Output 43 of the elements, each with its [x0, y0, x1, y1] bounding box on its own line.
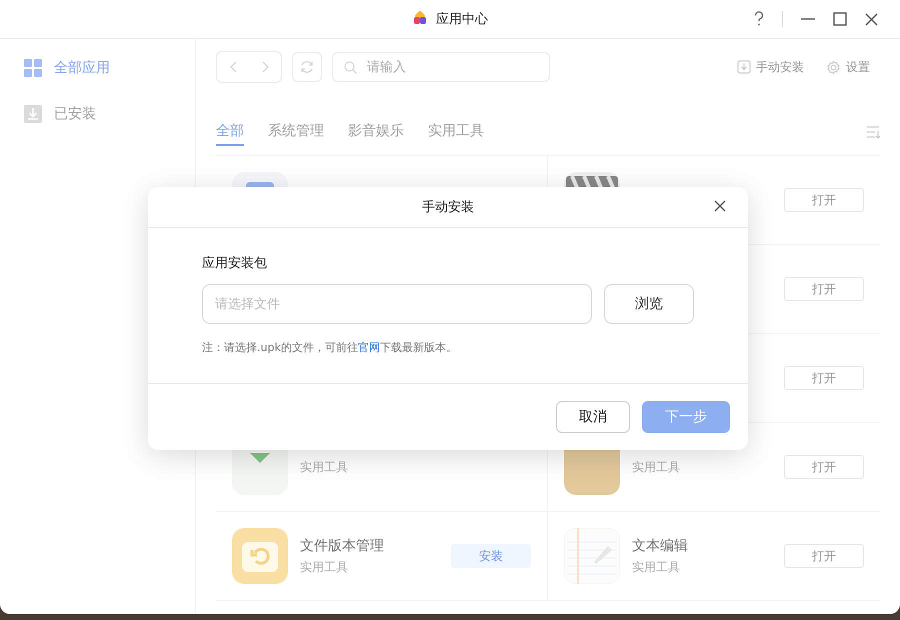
- note-text: 注：请选择.upk的文件，可前往官网下载最新版本。: [202, 340, 458, 355]
- help-icon[interactable]: [754, 11, 764, 27]
- open-button[interactable]: 打开: [784, 277, 864, 301]
- window-title: 应用中心: [436, 11, 488, 28]
- download-icon: [737, 60, 751, 74]
- search-field[interactable]: 请输入: [332, 52, 550, 82]
- app-category: 实用工具: [632, 558, 681, 576]
- category-tab[interactable]: 影音娱乐: [348, 118, 404, 146]
- close-icon[interactable]: [865, 12, 878, 26]
- grid-icon: [24, 59, 42, 77]
- close-button[interactable]: [714, 200, 726, 212]
- open-button[interactable]: 打开: [784, 455, 864, 479]
- open-button[interactable]: 打开: [784, 544, 864, 568]
- file-field[interactable]: 请选择文件: [202, 284, 592, 324]
- app-category: 实用工具: [632, 458, 681, 476]
- app-name: 文件版本管理: [300, 536, 385, 554]
- app-category: 实用工具: [300, 458, 349, 476]
- sidebar-item[interactable]: 全部应用: [24, 59, 195, 77]
- download-icon: [24, 105, 42, 123]
- category-tab[interactable]: 系统管理: [268, 118, 324, 146]
- cancel-button[interactable]: 取消: [556, 401, 630, 433]
- category-tab[interactable]: 实用工具: [428, 118, 484, 146]
- app-logo-icon: [412, 11, 428, 27]
- folder-restore-app-icon: [232, 528, 288, 584]
- sidebar-item[interactable]: 已安装: [24, 105, 195, 123]
- app-category: 实用工具: [300, 558, 349, 576]
- close-icon: [714, 200, 726, 212]
- browse-button[interactable]: 浏览: [604, 284, 694, 324]
- install-button[interactable]: 安装: [451, 544, 531, 568]
- search-icon: [344, 61, 357, 74]
- field-label: 应用安装包: [202, 255, 268, 272]
- website-link[interactable]: 官网: [358, 341, 380, 354]
- dialog-title: 手动安装: [422, 199, 474, 216]
- app-name: 文本编辑: [632, 536, 689, 554]
- open-button[interactable]: 打开: [784, 366, 864, 390]
- settings-icon: [826, 60, 841, 74]
- maximize-icon[interactable]: [833, 12, 847, 26]
- toolbar-button[interactable]: 设置: [826, 58, 870, 76]
- category-tab[interactable]: 全部: [216, 118, 244, 146]
- toolbar-button[interactable]: 手动安装: [737, 58, 804, 76]
- open-button[interactable]: 打开: [784, 188, 864, 212]
- notepad-app-icon: [564, 528, 620, 584]
- refresh-icon: [300, 60, 314, 74]
